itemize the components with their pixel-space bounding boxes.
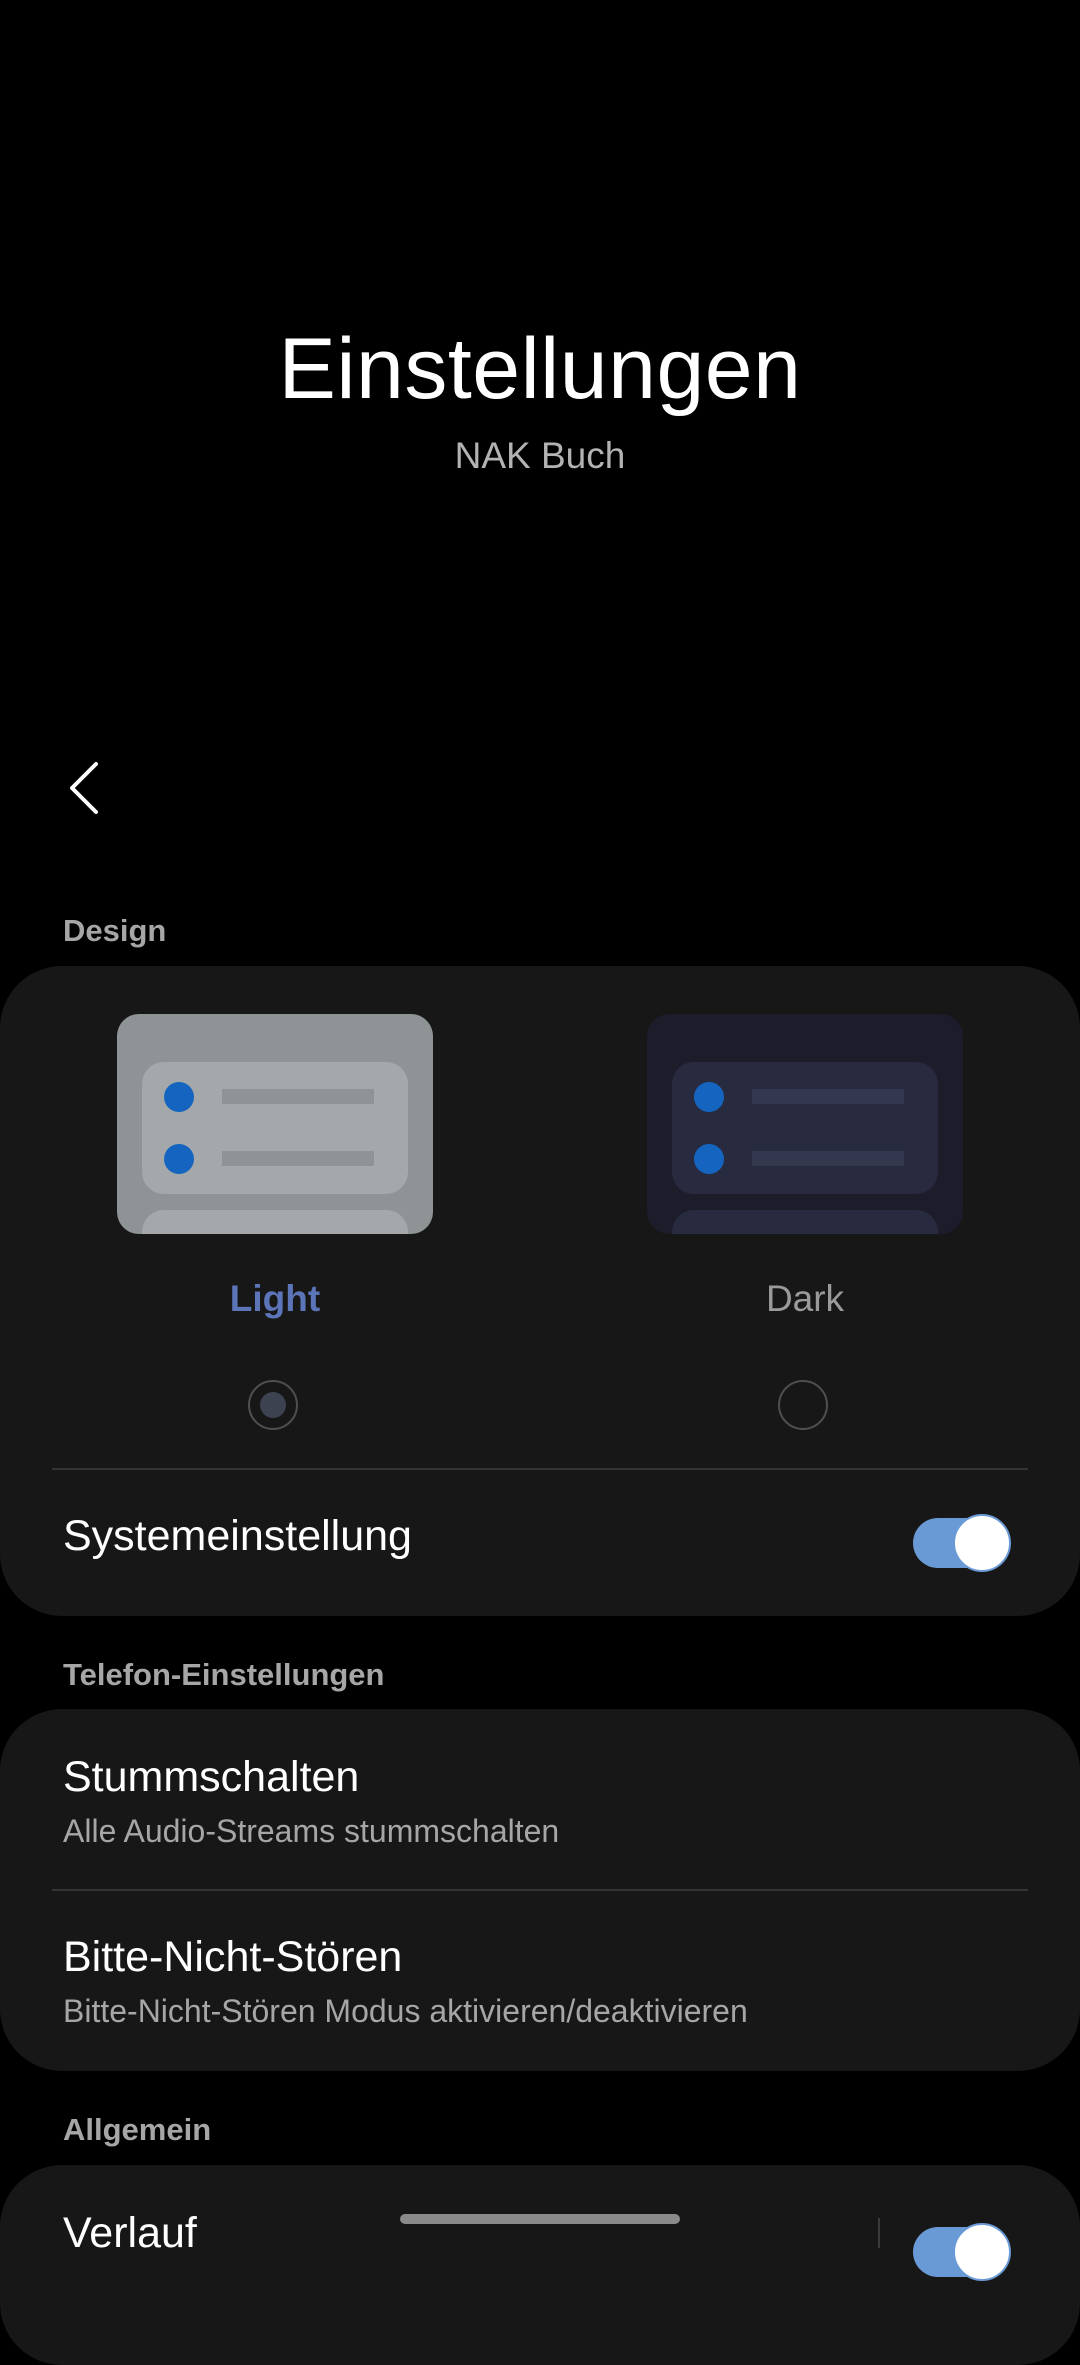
list-dot-icon (694, 1082, 724, 1112)
dnd-title: Bitte-Nicht-Stören (63, 1933, 403, 1981)
history-toggle[interactable] (913, 2223, 1011, 2281)
back-button[interactable] (52, 752, 116, 824)
list-dot-icon (164, 1144, 194, 1174)
system-setting-label: Systemeinstellung (63, 1512, 412, 1560)
theme-label-dark: Dark (765, 1278, 845, 1319)
system-setting-toggle[interactable] (913, 1514, 1011, 1572)
section-label-design: Design (63, 913, 167, 948)
general-card: Verlauf (0, 2165, 1080, 2365)
theme-label-light: Light (229, 1278, 321, 1319)
app-bar-expanded: Einstellungen NAK Buch (0, 0, 1080, 720)
section-label-general: Allgemein (63, 2112, 212, 2147)
mute-title: Stummschalten (63, 1753, 360, 1801)
page-subtitle: NAK Buch (454, 435, 626, 476)
list-item-history[interactable]: Verlauf (0, 2165, 1080, 2365)
list-item-mute[interactable]: Stummschalten Alle Audio-Streams stummsc… (0, 1709, 1080, 1889)
section-label-phone-settings: Telefon-Einstellungen (63, 1657, 385, 1692)
system-setting-row[interactable]: Systemeinstellung (0, 1470, 1080, 1616)
list-dot-icon (694, 1144, 724, 1174)
light-theme-preview[interactable] (117, 1014, 433, 1234)
home-indicator[interactable] (400, 2214, 680, 2224)
history-title: Verlauf (63, 2209, 197, 2257)
chevron-left-icon (70, 762, 98, 814)
dark-theme-preview[interactable] (647, 1014, 963, 1234)
list-dot-icon (164, 1082, 194, 1112)
divider (878, 2218, 880, 2248)
design-card: Light Dark Systemeinstellung (0, 966, 1080, 1616)
mute-subtitle: Alle Audio-Streams stummschalten (63, 1813, 560, 1849)
phone-settings-card: Stummschalten Alle Audio-Streams stummsc… (0, 1709, 1080, 2071)
page-title: Einstellungen (278, 321, 802, 417)
dnd-subtitle: Bitte-Nicht-Stören Modus aktivieren/deak… (63, 1993, 748, 2029)
radio-light[interactable] (248, 1380, 298, 1430)
list-item-do-not-disturb[interactable]: Bitte-Nicht-Stören Bitte-Nicht-Stören Mo… (0, 1891, 1080, 2071)
radio-dark[interactable] (778, 1380, 828, 1430)
